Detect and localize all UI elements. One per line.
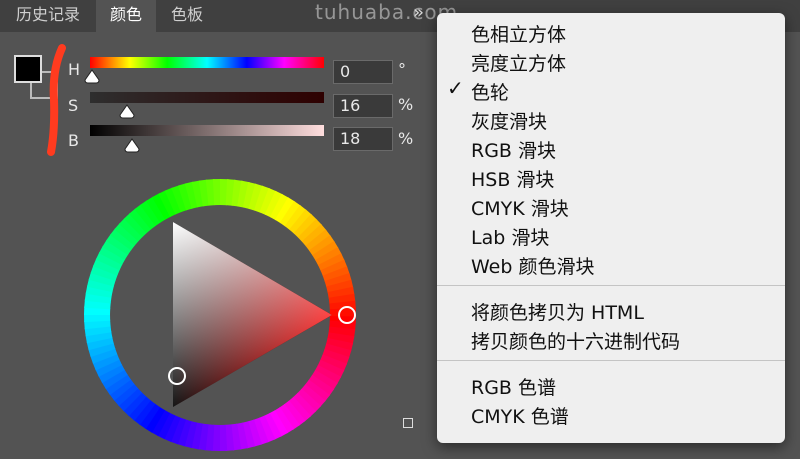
menu-item-rgb-slider[interactable]: RGB 滑块 xyxy=(471,136,556,163)
panel-tab-right-edge xyxy=(785,0,800,32)
saturation-brightness-triangle[interactable] xyxy=(173,222,332,407)
hue-unit: ° xyxy=(398,60,406,79)
menu-item-color-wheel[interactable]: 色轮 xyxy=(471,78,509,105)
menu-item-lab-slider[interactable]: Lab 滑块 xyxy=(471,223,549,250)
menu-item-cmyk-slider[interactable]: CMYK 滑块 xyxy=(471,194,569,221)
menu-item-grayscale-slider[interactable]: 灰度滑块 xyxy=(471,107,547,134)
panel-corner-square xyxy=(403,418,413,428)
brightness-slider-track[interactable] xyxy=(90,125,324,136)
foreground-color-chip[interactable] xyxy=(14,55,42,83)
checkmark-icon: ✓ xyxy=(447,76,464,100)
tab-history[interactable]: 历史记录 xyxy=(0,0,96,32)
tab-color[interactable]: 颜色 xyxy=(96,0,156,32)
expand-panels-icon[interactable]: » xyxy=(413,2,424,23)
brightness-unit: % xyxy=(398,129,414,148)
menu-item-hsb-slider[interactable]: HSB 滑块 xyxy=(471,165,554,192)
menu-item-copy-as-html[interactable]: 将颜色拷贝为 HTML xyxy=(471,298,644,325)
hue-slider-track[interactable] xyxy=(90,57,324,68)
color-panel-options-menu: 色相立方体 亮度立方体 ✓ 色轮 灰度滑块 RGB 滑块 HSB 滑块 CMYK… xyxy=(437,13,785,443)
saturation-label: S xyxy=(68,96,79,115)
menu-item-cmyk-spectrum[interactable]: CMYK 色谱 xyxy=(471,402,569,429)
menu-separator xyxy=(437,285,785,286)
saturation-unit: % xyxy=(398,95,414,114)
hue-value-input[interactable]: 0 xyxy=(333,60,393,84)
menu-item-brightness-cube[interactable]: 亮度立方体 xyxy=(471,49,566,76)
menu-item-copy-hex[interactable]: 拷贝颜色的十六进制代码 xyxy=(471,327,680,354)
menu-item-web-color-slider[interactable]: Web 颜色滑块 xyxy=(471,252,594,279)
menu-separator xyxy=(437,360,785,361)
menu-item-rgb-spectrum[interactable]: RGB 色谱 xyxy=(471,373,556,400)
hue-label: H xyxy=(68,60,81,79)
color-wheel[interactable] xyxy=(80,175,360,455)
tab-swatches[interactable]: 色板 xyxy=(157,0,217,32)
saturation-slider-track[interactable] xyxy=(90,92,324,103)
brightness-value-input[interactable]: 18 xyxy=(333,127,393,151)
saturation-value-input[interactable]: 16 xyxy=(333,94,393,118)
brightness-label: B xyxy=(68,131,79,150)
menu-item-hue-cube[interactable]: 色相立方体 xyxy=(471,20,566,47)
